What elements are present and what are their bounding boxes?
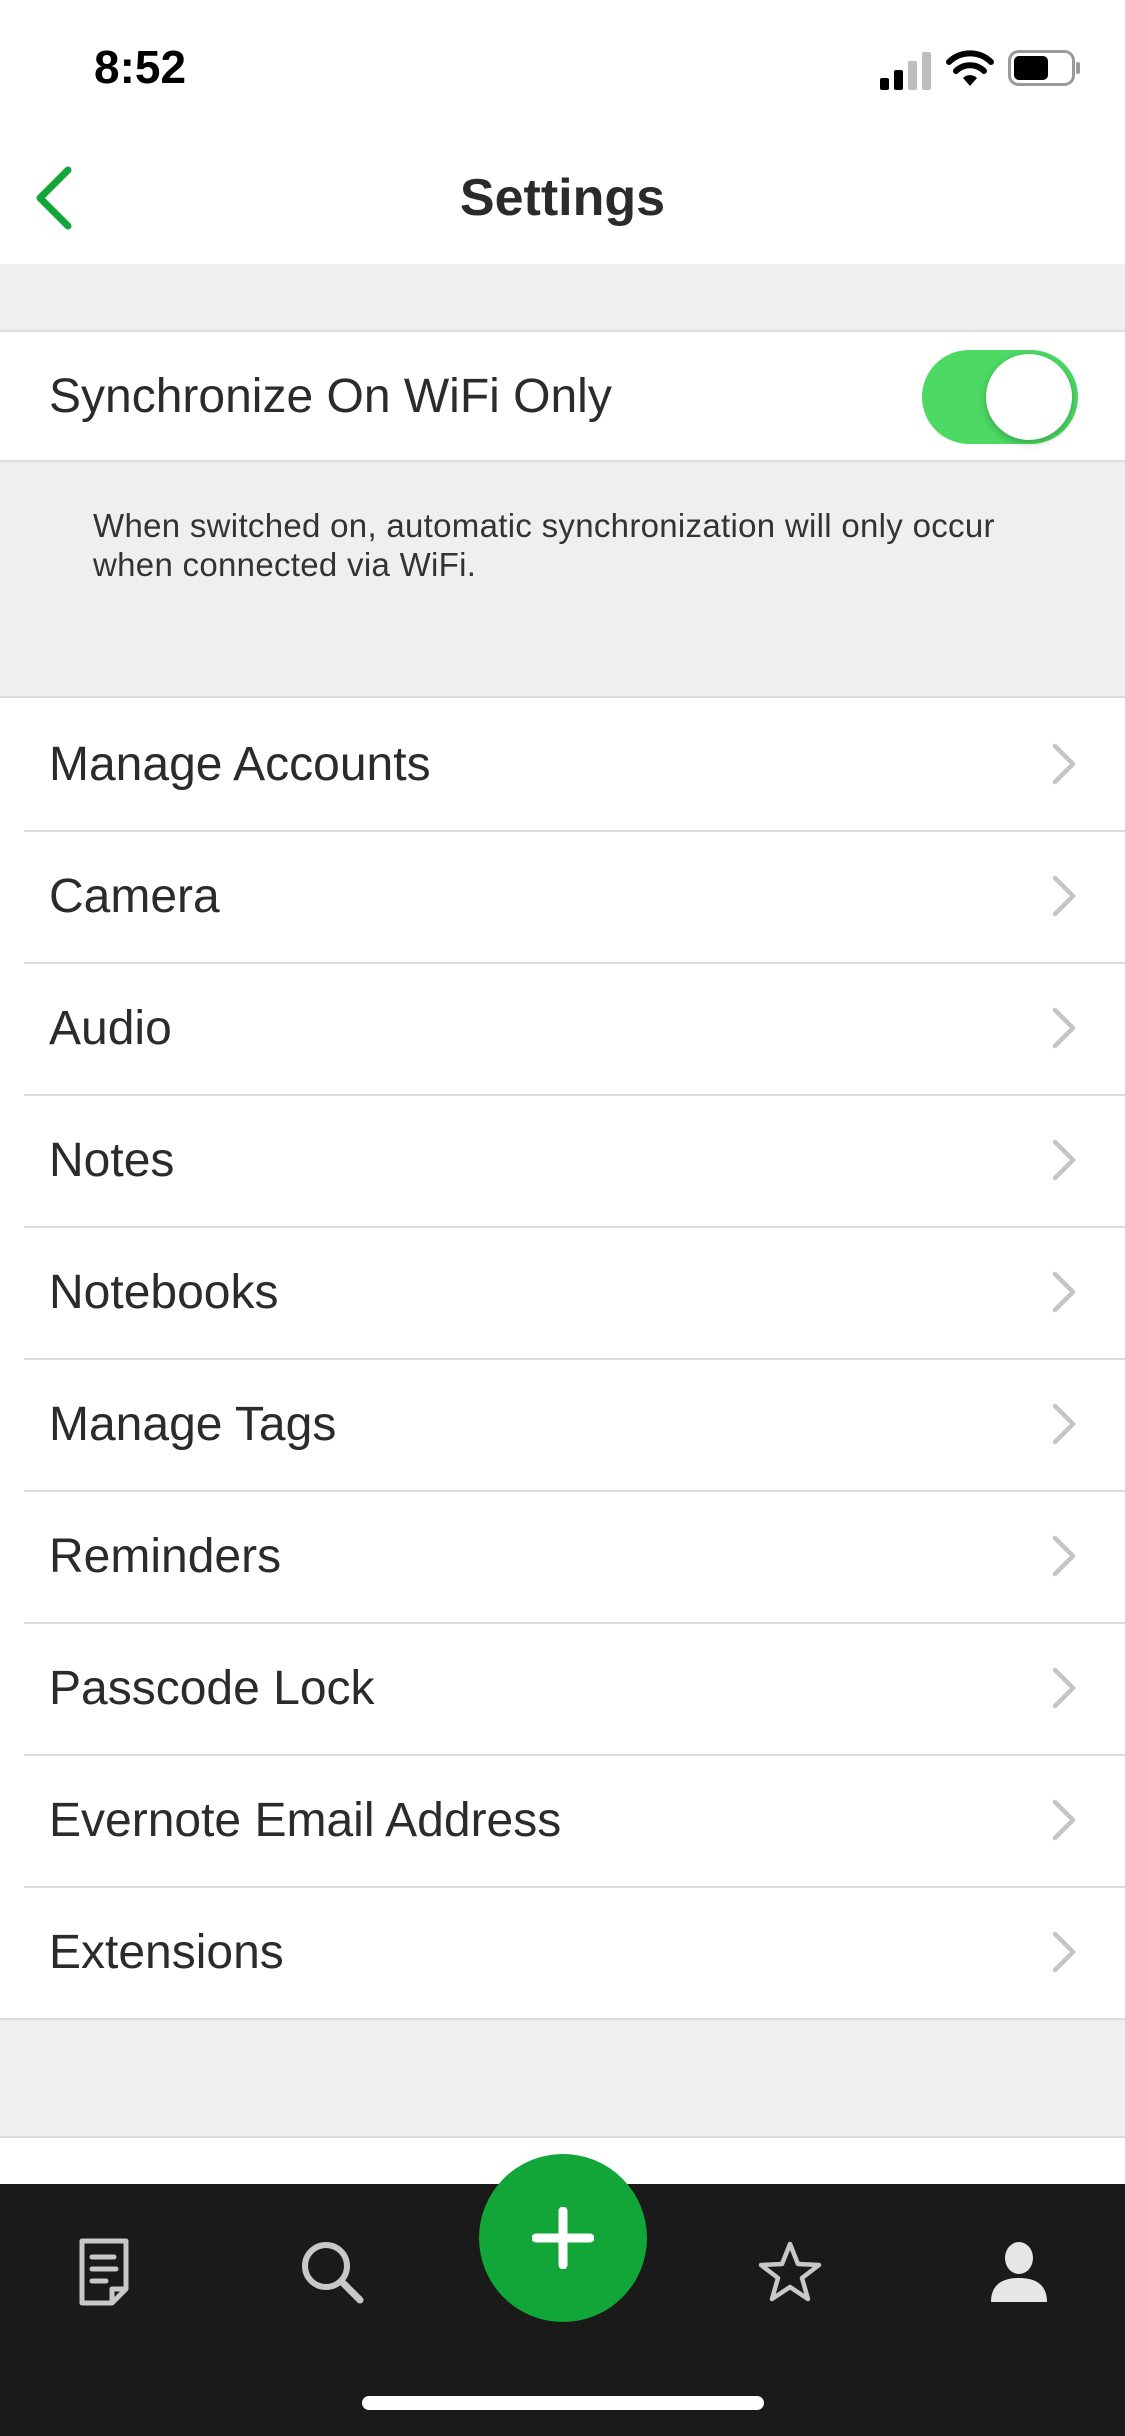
- page-title: Settings: [459, 169, 666, 227]
- toggle-knob: [986, 354, 1072, 440]
- list-item-label: Passcode Lock: [49, 1661, 375, 1715]
- chevron-right-icon: [1052, 743, 1076, 785]
- tab-account[interactable]: [979, 2232, 1059, 2312]
- sync-wifi-description: When switched on, automatic synchronizat…: [93, 507, 995, 583]
- settings-item-passcode-lock[interactable]: Passcode Lock: [0, 1622, 1125, 1754]
- status-bar: 8:52: [0, 0, 1125, 132]
- battery-icon: [1008, 50, 1080, 86]
- chevron-right-icon: [1052, 1667, 1076, 1709]
- add-note-button[interactable]: [479, 2154, 647, 2322]
- list-item-label: Manage Tags: [49, 1397, 337, 1451]
- status-time: 8:52: [94, 41, 187, 93]
- sync-wifi-toggle[interactable]: [922, 350, 1078, 444]
- tab-shortcuts[interactable]: [750, 2232, 830, 2312]
- chevron-right-icon: [1052, 1535, 1076, 1577]
- chevron-right-icon: [1052, 875, 1076, 917]
- list-item-label: Audio: [49, 1001, 172, 1055]
- list-item-label: Reminders: [49, 1529, 282, 1583]
- settings-item-reminders[interactable]: Reminders: [0, 1490, 1125, 1622]
- tab-search[interactable]: [292, 2232, 372, 2312]
- chevron-right-icon: [1052, 1403, 1076, 1445]
- list-item-label: Extensions: [49, 1925, 284, 1979]
- settings-item-notes[interactable]: Notes: [0, 1094, 1125, 1226]
- search-icon: [302, 2242, 364, 2304]
- sync-wifi-row: Synchronize On WiFi Only: [0, 330, 1125, 462]
- chevron-right-icon: [1052, 1007, 1076, 1049]
- wifi-icon: [946, 50, 994, 86]
- sync-wifi-label: Synchronize On WiFi Only: [49, 369, 612, 423]
- list-item-label: Notebooks: [49, 1265, 279, 1319]
- chevron-right-icon: [1052, 1271, 1076, 1313]
- shortcuts-star-icon: [758, 2241, 822, 2302]
- settings-item-manage-tags[interactable]: Manage Tags: [0, 1358, 1125, 1490]
- list-item-label: Notes: [49, 1133, 175, 1187]
- chevron-right-icon: [1052, 1139, 1076, 1181]
- settings-item-extensions[interactable]: Extensions: [0, 1886, 1125, 2018]
- settings-item-audio[interactable]: Audio: [0, 962, 1125, 1094]
- add-note-icon: [532, 2207, 594, 2269]
- settings-item-manage-accounts[interactable]: Manage Accounts: [0, 698, 1125, 830]
- list-item-label: Camera: [49, 869, 220, 923]
- list-item-label: Manage Accounts: [49, 737, 431, 791]
- settings-item-evernote-email[interactable]: Evernote Email Address: [0, 1754, 1125, 1886]
- settings-list: Manage Accounts Camera Audio Notes Noteb…: [0, 696, 1125, 2020]
- list-item-label: Evernote Email Address: [49, 1793, 562, 1847]
- account-icon: [991, 2242, 1047, 2302]
- signal-icon: [880, 52, 931, 90]
- settings-item-notebooks[interactable]: Notebooks: [0, 1226, 1125, 1358]
- chevron-right-icon: [1052, 1931, 1076, 1973]
- notes-icon: [79, 2238, 129, 2306]
- home-indicator: [362, 2396, 764, 2410]
- tab-notes[interactable]: [64, 2232, 144, 2312]
- settings-item-camera[interactable]: Camera: [0, 830, 1125, 962]
- nav-bar: Settings: [0, 132, 1125, 264]
- chevron-right-icon: [1052, 1799, 1076, 1841]
